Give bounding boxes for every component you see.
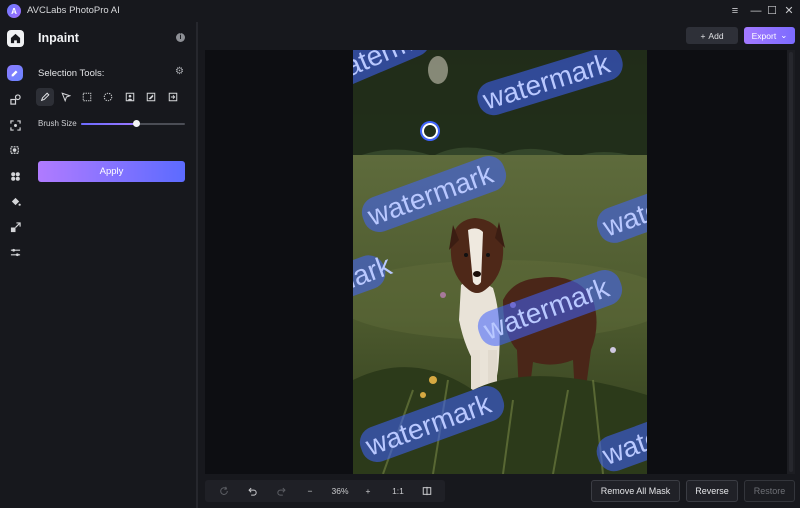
inpaint-tool-icon[interactable]: [7, 65, 23, 81]
resize-icon[interactable]: [7, 219, 23, 235]
apply-button[interactable]: Apply: [38, 161, 185, 182]
object-select-icon[interactable]: [121, 88, 139, 106]
colorize-icon[interactable]: [7, 168, 23, 184]
reverse-button[interactable]: Reverse: [686, 480, 738, 502]
brush-cursor: [422, 123, 438, 139]
adjust-icon[interactable]: [7, 244, 23, 260]
selection-tools: [36, 88, 192, 107]
canvas-margin: [647, 50, 787, 474]
export-label: Export: [751, 30, 777, 41]
lasso-tool-icon[interactable]: [57, 88, 75, 106]
photo-canvas[interactable]: watermark watermark watermark watermark …: [353, 50, 647, 474]
plus-icon: +: [700, 30, 706, 41]
close-button[interactable]: ✕: [781, 3, 797, 19]
slider-thumb[interactable]: [132, 120, 140, 127]
app-logo-icon: A: [7, 4, 21, 18]
brush-tool-icon[interactable]: [36, 88, 54, 106]
ellipse-tool-icon[interactable]: [99, 88, 117, 106]
rectangle-tool-icon[interactable]: [78, 88, 96, 106]
auto-select-icon[interactable]: [142, 88, 160, 106]
selection-tools-label: Selection Tools:: [38, 68, 105, 79]
zoom-toolbar: − 36% + 1:1: [205, 480, 445, 502]
zoom-in-button[interactable]: +: [361, 483, 375, 499]
reset-icon[interactable]: [217, 483, 231, 499]
face-enhance-icon[interactable]: [7, 117, 23, 133]
gear-icon[interactable]: ⚙: [175, 67, 185, 77]
add-label: Add: [708, 30, 724, 41]
export-button[interactable]: Export ⌄: [744, 27, 795, 44]
minimize-button[interactable]: —: [748, 3, 764, 19]
title-bar: A AVCLabs PhotoPro AI ≡ — ☐ ✕: [0, 0, 800, 22]
restore-button[interactable]: Restore: [744, 480, 795, 502]
import-mask-icon[interactable]: [164, 88, 182, 106]
app-title: AVCLabs PhotoPro AI: [27, 5, 120, 16]
redo-icon[interactable]: [275, 483, 289, 499]
slider-fill: [81, 123, 137, 125]
info-icon[interactable]: i: [176, 33, 185, 42]
background-remover-icon[interactable]: [7, 142, 23, 158]
tool-rail: [0, 22, 30, 508]
brush-size-slider[interactable]: [81, 120, 185, 127]
chevron-down-icon: ⌄: [780, 30, 788, 40]
panel-title: Inpaint: [38, 31, 79, 45]
home-icon[interactable]: [7, 30, 24, 47]
brush-size-label: Brush Size: [38, 119, 77, 128]
add-button[interactable]: + Add: [686, 27, 738, 44]
zoom-out-button[interactable]: −: [303, 483, 317, 499]
compare-icon[interactable]: [420, 483, 434, 499]
panel-scrollbar[interactable]: [196, 22, 198, 508]
color-fill-icon[interactable]: [7, 193, 23, 209]
enhance-icon[interactable]: [7, 91, 23, 107]
zoom-level: 36%: [331, 486, 349, 496]
actual-size-button[interactable]: 1:1: [388, 483, 408, 499]
inpaint-panel: Inpaint i Selection Tools: ⚙ Brush Size …: [30, 22, 198, 508]
menu-icon[interactable]: ≡: [727, 3, 743, 19]
undo-icon[interactable]: [245, 483, 259, 499]
remove-all-mask-button[interactable]: Remove All Mask: [591, 480, 680, 502]
maximize-button[interactable]: ☐: [764, 3, 780, 19]
canvas-scrollbar-thumb[interactable]: [789, 52, 793, 472]
